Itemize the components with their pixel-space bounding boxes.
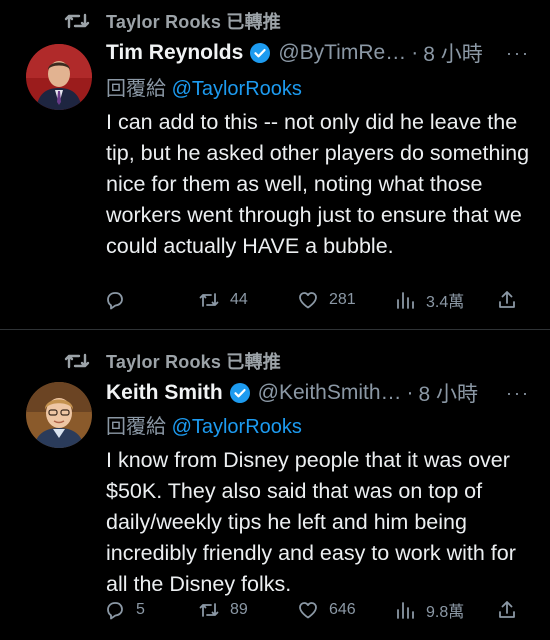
retweet-label: Taylor Rooks 已轉推 <box>106 12 281 32</box>
reply-prefix: 回覆給 <box>106 416 166 438</box>
retweet-icon <box>64 13 90 29</box>
like-button[interactable]: 281 <box>297 289 356 311</box>
share-button[interactable] <box>496 599 528 621</box>
reply-mention-link[interactable]: @TaylorRooks <box>172 416 302 438</box>
retweet-icon <box>199 603 219 617</box>
reply-mention-link[interactable]: @TaylorRooks <box>172 78 302 100</box>
verified-badge-icon <box>250 43 271 63</box>
reply-context: 回覆給 @TaylorRooks <box>106 72 302 101</box>
reply-count: 5 <box>136 601 145 618</box>
retweet-context[interactable]: Taylor Rooks 已轉推 <box>64 8 281 34</box>
retweet-count: 89 <box>230 601 248 618</box>
author-handle[interactable]: @KeithSmith… <box>258 381 402 405</box>
like-button[interactable]: 646 <box>297 599 356 621</box>
reply-icon <box>107 602 123 620</box>
tweet-header: Tim Reynolds @ByTimRe… · 8 小時 ··· <box>106 38 530 68</box>
analytics-icon <box>397 602 414 619</box>
author-name[interactable]: Keith Smith <box>106 381 223 405</box>
reply-prefix: 回覆給 <box>106 78 166 100</box>
heart-icon <box>299 292 317 309</box>
like-count: 646 <box>329 601 356 618</box>
reply-icon <box>107 292 123 310</box>
heart-icon <box>299 602 317 619</box>
share-icon <box>499 291 515 308</box>
retweet-icon <box>64 353 90 369</box>
tweet-actions: 5 89 646 9.8萬 <box>104 597 520 623</box>
views-button[interactable]: 3.4萬 <box>394 288 464 312</box>
timestamp[interactable]: 8 小時 <box>419 378 479 408</box>
tweet-actions: 44 281 3.4萬 <box>104 287 520 313</box>
retweet-count: 44 <box>230 291 248 308</box>
tweet-text: I can add to this -- not only did he lea… <box>106 110 530 258</box>
avatar[interactable] <box>26 44 92 110</box>
view-count: 9.8萬 <box>426 604 465 621</box>
tweet-text: I know from Disney people that it was ov… <box>106 448 516 596</box>
timestamp[interactable]: 8 小時 <box>423 38 483 68</box>
reply-button[interactable]: 5 <box>104 599 145 621</box>
share-icon <box>499 601 515 618</box>
avatar[interactable] <box>26 382 92 448</box>
retweet-button[interactable]: 89 <box>198 599 248 621</box>
reply-context: 回覆給 @TaylorRooks <box>106 410 302 439</box>
tweet-header: Keith Smith @KeithSmith… · 8 小時 ··· <box>106 378 530 408</box>
retweet-context[interactable]: Taylor Rooks 已轉推 <box>64 348 281 374</box>
analytics-icon <box>397 292 414 309</box>
more-options-icon[interactable]: ··· <box>506 383 530 404</box>
tweet-card[interactable]: Taylor Rooks 已轉推 Keith Smith @KeithSmith… <box>0 330 550 640</box>
views-button[interactable]: 9.8萬 <box>394 598 464 622</box>
verified-badge-icon <box>229 383 250 403</box>
separator: · <box>411 41 419 64</box>
retweet-icon <box>199 293 219 307</box>
retweet-button[interactable]: 44 <box>198 289 248 311</box>
share-button[interactable] <box>496 289 528 311</box>
tweet-card[interactable]: Taylor Rooks 已轉推 Tim Reynolds @ByTimRe… … <box>0 0 550 330</box>
retweet-label: Taylor Rooks 已轉推 <box>106 352 281 372</box>
reply-button[interactable] <box>104 289 136 311</box>
separator: · <box>406 381 414 404</box>
author-name[interactable]: Tim Reynolds <box>106 41 243 65</box>
view-count: 3.4萬 <box>426 294 465 311</box>
author-handle[interactable]: @ByTimRe… <box>278 41 406 65</box>
like-count: 281 <box>329 291 356 308</box>
more-options-icon[interactable]: ··· <box>506 43 530 64</box>
